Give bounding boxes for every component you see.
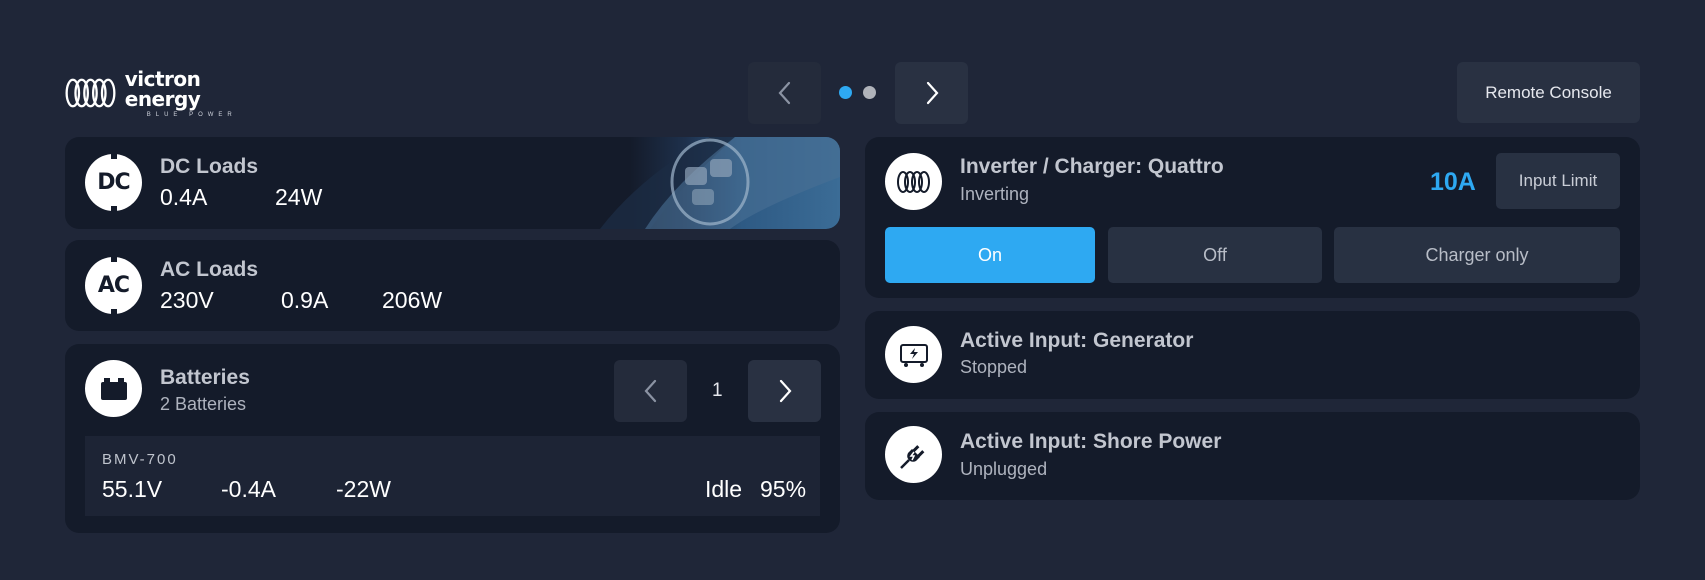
- ac-current: 0.9A: [281, 287, 329, 313]
- plug-icon: [885, 426, 942, 483]
- input-limit-value: 10A: [1430, 168, 1476, 196]
- dc-loads-card[interactable]: DC DC Loads 0.4A 24W: [65, 137, 840, 229]
- bmv-name: BMV-700: [102, 451, 178, 468]
- page-prev-button[interactable]: [748, 62, 821, 124]
- ac-loads-card[interactable]: AC AC Loads 230V 0.9A 206W: [65, 240, 840, 331]
- bmv-power: -22W: [336, 476, 391, 502]
- chevron-right-icon: [779, 379, 791, 403]
- victron-logo: victron energy BLUE POWER: [64, 66, 264, 118]
- ac-voltage: 230V: [160, 287, 214, 313]
- generator-status: Stopped: [960, 357, 1028, 377]
- battery-page-number: 1: [712, 380, 723, 401]
- boat-illustration: [600, 137, 840, 229]
- ac-power: 206W: [382, 287, 443, 313]
- page-dot-1[interactable]: [839, 86, 852, 99]
- brand-name: victron energy: [124, 66, 201, 111]
- generator-title: Active Input: Generator: [960, 329, 1194, 352]
- remote-console-button[interactable]: Remote Console: [1457, 62, 1640, 123]
- dc-loads-title: DC Loads: [160, 155, 259, 178]
- chevron-left-icon: [778, 81, 790, 105]
- mode-off-button[interactable]: Off: [1108, 227, 1322, 283]
- bmv-device-row[interactable]: BMV-700 55.1V -0.4A -22W Idle 95%: [85, 436, 820, 516]
- victron-logo-icon: [65, 78, 116, 108]
- victron-logo-icon: [885, 153, 942, 210]
- generator-icon: [885, 326, 942, 383]
- shore-power-card[interactable]: Active Input: Shore Power Unplugged: [865, 412, 1640, 500]
- bmv-voltage: 55.1V: [102, 476, 163, 502]
- mode-charger-only-button[interactable]: Charger only: [1334, 227, 1620, 283]
- chevron-right-icon: [926, 81, 938, 105]
- ac-icon-text: AC: [97, 273, 130, 298]
- battery-next-button[interactable]: [748, 360, 821, 422]
- batteries-title: Batteries: [160, 366, 250, 389]
- bmv-state: Idle: [705, 476, 743, 502]
- inverter-title: Inverter / Charger: Quattro: [960, 155, 1224, 178]
- generator-card[interactable]: Active Input: Generator Stopped: [865, 311, 1640, 399]
- mode-on-button[interactable]: On: [885, 227, 1095, 283]
- dc-icon: DC: [85, 154, 142, 211]
- ac-loads-title: AC Loads: [160, 258, 259, 281]
- bmv-soc: 95%: [760, 476, 807, 502]
- page-dot-2[interactable]: [863, 86, 876, 99]
- shore-power-title: Active Input: Shore Power: [960, 430, 1222, 453]
- dc-power: 24W: [275, 184, 323, 210]
- dc-current: 0.4A: [160, 184, 208, 210]
- dc-icon-text: DC: [97, 170, 130, 195]
- page-next-button[interactable]: [895, 62, 968, 124]
- shore-power-status: Unplugged: [960, 459, 1048, 479]
- input-limit-button[interactable]: Input Limit: [1496, 153, 1620, 209]
- battery-icon: [85, 360, 142, 417]
- chevron-left-icon: [644, 379, 656, 403]
- brand-tagline: BLUE POWER: [146, 111, 237, 118]
- batteries-subtitle: 2 Batteries: [160, 394, 247, 414]
- bmv-current: -0.4A: [221, 476, 276, 502]
- boat-image: [560, 137, 840, 229]
- battery-prev-button[interactable]: [614, 360, 687, 422]
- inverter-status: Inverting: [960, 184, 1030, 204]
- ac-icon: AC: [85, 257, 142, 314]
